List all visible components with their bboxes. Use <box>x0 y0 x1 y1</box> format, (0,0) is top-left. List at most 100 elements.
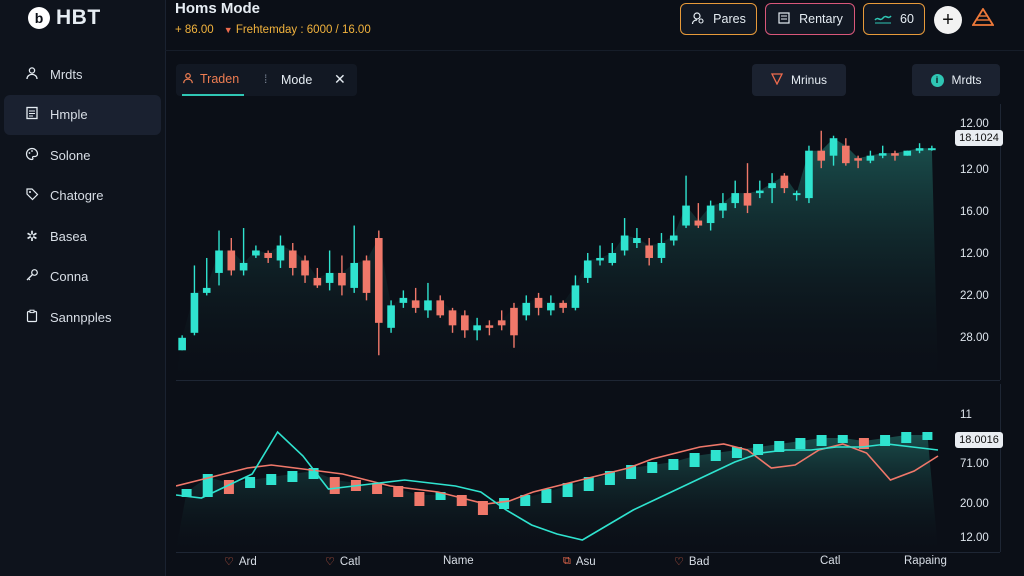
sidebar-item-label: Hmple <box>50 107 88 123</box>
sidebar-item-mrdts[interactable]: Mrdts <box>4 54 161 94</box>
key-icon <box>24 268 40 285</box>
candle-body <box>190 292 199 333</box>
sidebar: b HBT Mrdts Hmple Solone Chatogre ✲ Base… <box>0 0 166 576</box>
candle-body <box>866 155 875 161</box>
heart-icon: ♡ <box>224 556 234 568</box>
y-tick: 16.00 <box>960 206 989 218</box>
candle-body <box>903 150 912 156</box>
x-label-bad[interactable]: ♡ Bad <box>674 555 710 569</box>
price-marker: 18.1024 <box>955 130 1003 146</box>
palette-icon <box>24 147 40 164</box>
x-label-text: Name <box>443 555 474 567</box>
pares-label: Pares <box>713 12 746 26</box>
list-icon <box>777 11 791 28</box>
candle-body <box>473 325 481 331</box>
indicator-bar <box>837 435 848 443</box>
pares-button[interactable]: Pares <box>680 3 757 35</box>
app-logo[interactable]: b HBT <box>28 6 101 30</box>
candle-body <box>510 307 518 336</box>
user-search-icon <box>691 11 705 28</box>
indicator-chart[interactable] <box>176 380 946 550</box>
user-icon <box>24 66 40 83</box>
candle-body <box>399 297 408 303</box>
rentary-button[interactable]: Rentary <box>765 3 855 35</box>
y-tick: 12.00 <box>960 532 989 544</box>
candle-body <box>878 153 887 156</box>
candle-body <box>620 235 629 251</box>
range-label: : 6000 / 16.00 <box>300 24 371 36</box>
indicator-bar <box>647 462 658 473</box>
candle-body <box>411 300 420 308</box>
tab-mode[interactable]: Mode <box>281 73 312 87</box>
document-icon <box>24 106 40 123</box>
warning-icon[interactable] <box>971 7 995 31</box>
indicator-bar <box>266 474 277 485</box>
candle-body <box>362 260 371 293</box>
sidebar-item-sannpples[interactable]: Sannpples <box>4 298 161 338</box>
close-icon[interactable]: ✕ <box>334 71 346 88</box>
indicator-bar <box>795 438 806 449</box>
x-label-asu[interactable]: ⧉ Asu <box>563 555 596 568</box>
header-stats: + 86.00 ▼ Frehtemday : 6000 / 16.00 <box>175 24 371 36</box>
candle-body <box>301 260 309 276</box>
x-label-name[interactable]: Name <box>443 555 474 567</box>
x-label-text: Bad <box>688 555 710 568</box>
sidebar-item-hmple[interactable]: Hmple <box>4 94 161 135</box>
x-label-ard[interactable]: ♡ Ard <box>224 555 257 569</box>
candle-body <box>178 337 186 351</box>
sidebar-item-label: Sannpples <box>50 310 112 326</box>
separator-icon: ⁞ <box>264 72 268 86</box>
logo-text: HBT <box>56 6 101 29</box>
candle-body <box>633 238 641 243</box>
candle-body <box>608 252 617 263</box>
x-label-text: Catl <box>339 555 361 568</box>
candle-body <box>522 302 531 316</box>
candle-body <box>842 145 850 164</box>
candle-body <box>461 315 469 331</box>
candle-body <box>227 250 236 271</box>
candle-body <box>436 300 445 316</box>
x-label-text: Ard <box>238 555 257 568</box>
sidebar-item-basea[interactable]: ✲ Basea <box>4 216 161 256</box>
candle-body <box>202 287 211 293</box>
tab-bar: Traden ⁞ Mode ✕ <box>176 64 357 96</box>
y-tick: 28.00 <box>960 332 989 344</box>
candle-body <box>350 262 359 288</box>
candle-body <box>424 300 432 311</box>
candle-body <box>313 277 322 286</box>
y-tick: 20.00 <box>960 498 989 510</box>
candle-body <box>583 260 592 278</box>
sidebar-item-label: Solone <box>50 147 91 163</box>
x-label-catl[interactable]: ♡ Catl <box>325 555 361 569</box>
candle-body <box>559 302 567 308</box>
sidebar-item-conna[interactable]: Conna <box>4 257 161 297</box>
y-tick: 22.00 <box>960 290 989 302</box>
x-label-catl-2[interactable]: Catl <box>820 555 840 567</box>
candle-body <box>891 153 899 156</box>
interval-button[interactable]: 60 <box>863 3 925 35</box>
candlestick-chart[interactable] <box>176 104 946 380</box>
rentary-label: Rentary <box>799 12 843 26</box>
indicator-bar <box>816 435 827 446</box>
candle-body <box>497 320 506 326</box>
panel-divider-bottom <box>176 552 1000 553</box>
heart-icon: ♡ <box>325 556 335 568</box>
minus-button[interactable]: Mrinus <box>752 64 846 96</box>
sidebar-item-solone[interactable]: Solone <box>4 135 161 175</box>
add-button[interactable]: + <box>934 6 962 34</box>
candle-body <box>731 193 740 204</box>
candle-body <box>657 243 666 258</box>
tab-traden[interactable]: Traden <box>182 64 244 96</box>
logo-icon: b <box>28 7 50 29</box>
sidebar-item-label: Basea <box>50 228 87 244</box>
candle-body <box>215 250 223 273</box>
heart-icon: ♡ <box>674 556 684 568</box>
candle-body <box>264 252 272 258</box>
candle-body <box>928 148 936 151</box>
candle-body <box>596 257 604 261</box>
meds-button[interactable]: i Mrdts <box>912 64 1000 96</box>
x-label-rapaing[interactable]: Rapaing <box>904 555 947 567</box>
candle-body <box>829 138 838 156</box>
indicator-bar <box>414 492 425 506</box>
sidebar-item-chatogre[interactable]: Chatogre <box>4 176 161 216</box>
